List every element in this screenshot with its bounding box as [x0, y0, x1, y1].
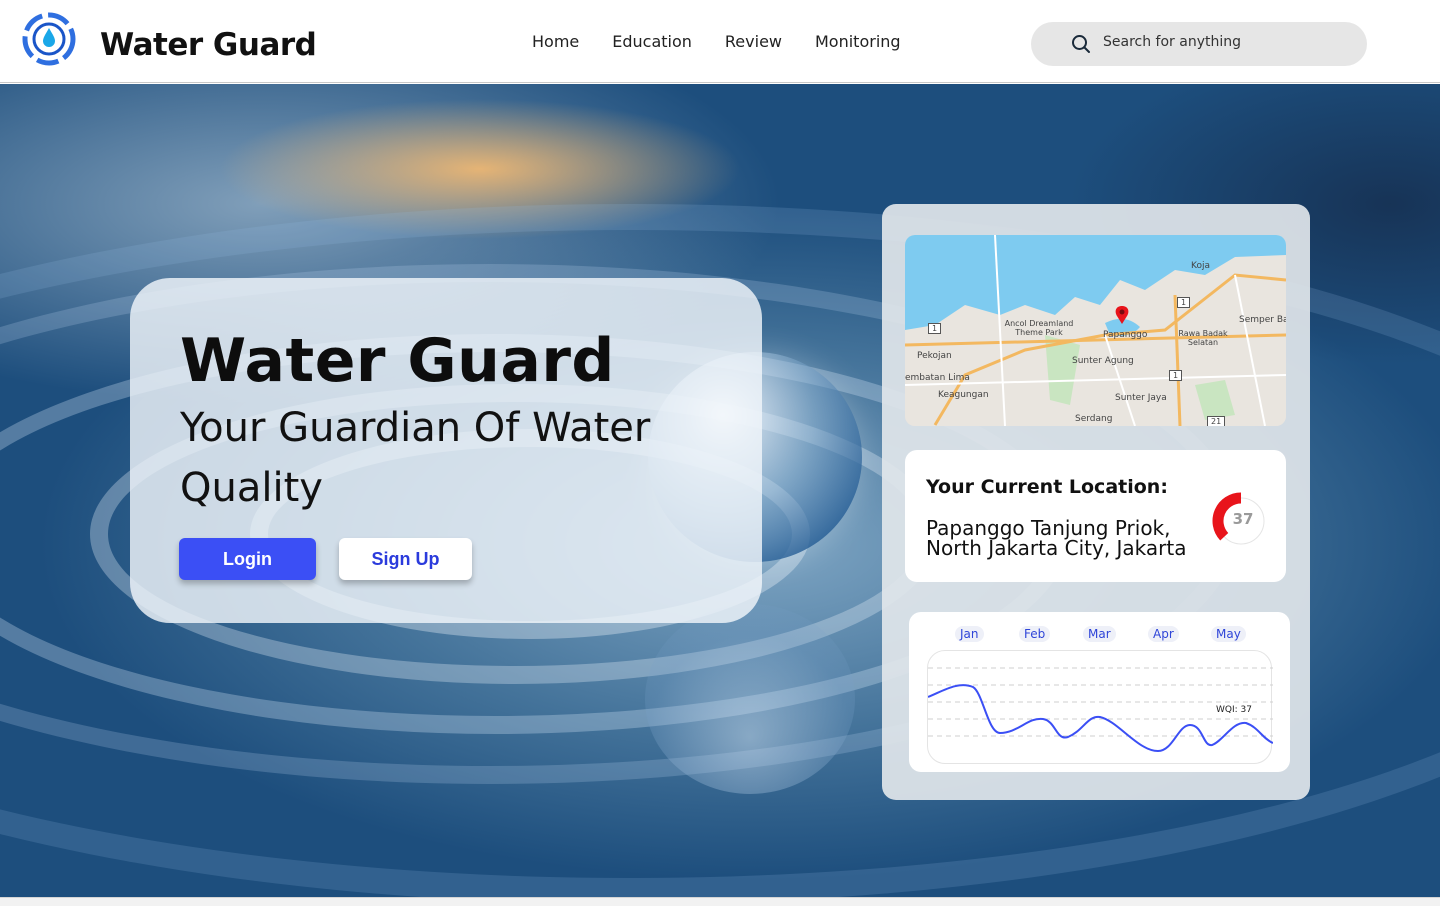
month-label: Jan — [955, 626, 984, 642]
login-button[interactable]: Login — [179, 538, 316, 580]
main-nav: Home Education Review Monitoring — [532, 32, 901, 51]
search-bar[interactable] — [1031, 22, 1367, 66]
road-shield: 1 — [1177, 297, 1191, 308]
month-label: Apr — [1148, 626, 1179, 642]
month-label: Feb — [1019, 626, 1051, 642]
location-title: Your Current Location: — [926, 476, 1168, 498]
map-label: Sunter Agung — [1072, 356, 1134, 366]
signup-button[interactable]: Sign Up — [339, 538, 472, 580]
wqi-trend-card: Jan Feb Mar Apr May WQI: 37 — [909, 612, 1290, 772]
water-droplet-reflection — [645, 604, 855, 794]
wqi-trend-chart: WQI: 37 — [927, 650, 1274, 764]
monitoring-panel: Koja Semper Ba Ancol Dreamland Theme Par… — [882, 204, 1310, 800]
map-label: Sunter Jaya — [1115, 393, 1167, 403]
map-label: Rawa Badak Selatan — [1178, 329, 1228, 347]
top-header: Water Guard Home Education Review Monito… — [0, 0, 1440, 83]
brand-name[interactable]: Water Guard — [100, 27, 317, 63]
map-label: Koja — [1191, 261, 1210, 271]
hero-subtitle: Your Guardian Of Water Quality — [180, 405, 651, 511]
search-input[interactable] — [1103, 34, 1343, 50]
hero-card: Water Guard Your Guardian Of Water Quali… — [130, 278, 762, 623]
wqi-chart-label: WQI: 37 — [1216, 705, 1252, 715]
location-map[interactable]: Koja Semper Ba Ancol Dreamland Theme Par… — [905, 235, 1286, 426]
search-icon[interactable] — [1071, 34, 1091, 54]
nav-monitoring[interactable]: Monitoring — [815, 32, 901, 51]
map-label: Keagungan — [938, 390, 989, 400]
nav-home[interactable]: Home — [532, 32, 579, 51]
wqi-value: 37 — [1232, 510, 1254, 528]
month-label: Mar — [1083, 626, 1116, 642]
wqi-gauge: 37 — [1210, 490, 1268, 548]
map-label: Papanggo — [1103, 330, 1148, 340]
map-label: Semper Ba — [1239, 315, 1286, 325]
map-label: Pekojan — [917, 351, 952, 361]
hero-title: Water Guard — [180, 326, 615, 396]
nav-education[interactable]: Education — [612, 32, 692, 51]
location-line-1: Papanggo Tanjung Priok, — [926, 516, 1171, 540]
road-shield: 1 — [928, 323, 942, 334]
footer-divider — [0, 897, 1440, 906]
current-location-card: Your Current Location: Papanggo Tanjung … — [905, 450, 1286, 582]
water-guard-logo-icon[interactable] — [22, 12, 76, 66]
map-label: Ancol Dreamland Theme Park — [1004, 319, 1074, 337]
road-shield: 1 — [1169, 370, 1183, 381]
map-label: Serdang — [1075, 414, 1113, 424]
map-label: embatan Lima — [905, 373, 970, 383]
nav-review[interactable]: Review — [725, 32, 782, 51]
road-shield: 21 — [1207, 416, 1226, 426]
month-label: May — [1211, 626, 1246, 642]
location-line-2: North Jakarta City, Jakarta — [926, 536, 1187, 560]
